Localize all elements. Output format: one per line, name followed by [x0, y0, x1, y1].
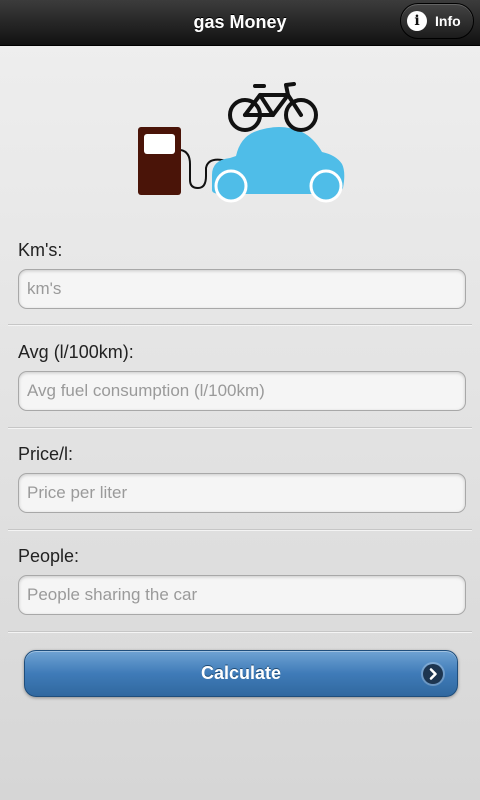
calculate-button[interactable]: Calculate	[24, 650, 458, 697]
people-label: People:	[18, 546, 80, 566]
header-bar: gas Money i Info	[0, 0, 480, 46]
price-per-liter-input[interactable]	[18, 473, 466, 513]
avg-consumption-label: Avg (l/100km):	[18, 342, 134, 362]
info-button-label: Info	[435, 13, 461, 29]
info-icon: i	[407, 11, 427, 31]
price-per-liter-field-group: Price/l:	[18, 444, 466, 514]
avg-consumption-input[interactable]	[18, 371, 466, 411]
kms-input[interactable]	[18, 269, 466, 309]
car-icon	[212, 127, 345, 203]
avg-consumption-field-group: Avg (l/100km):	[18, 342, 466, 412]
price-per-liter-label: Price/l:	[18, 444, 74, 464]
people-input[interactable]	[18, 575, 466, 615]
bicycle-icon	[228, 82, 318, 132]
divider	[8, 427, 472, 429]
divider	[8, 324, 472, 326]
chevron-right-icon	[423, 664, 443, 684]
calculate-button-label: Calculate	[200, 663, 282, 683]
divider	[8, 631, 472, 633]
info-button[interactable]: i Info	[400, 3, 474, 39]
gas-car-illustration	[138, 82, 345, 203]
kms-label: Km's:	[18, 240, 63, 260]
divider	[8, 529, 472, 531]
kms-field-group: Km's:	[18, 240, 466, 310]
people-field-group: People:	[18, 546, 466, 616]
